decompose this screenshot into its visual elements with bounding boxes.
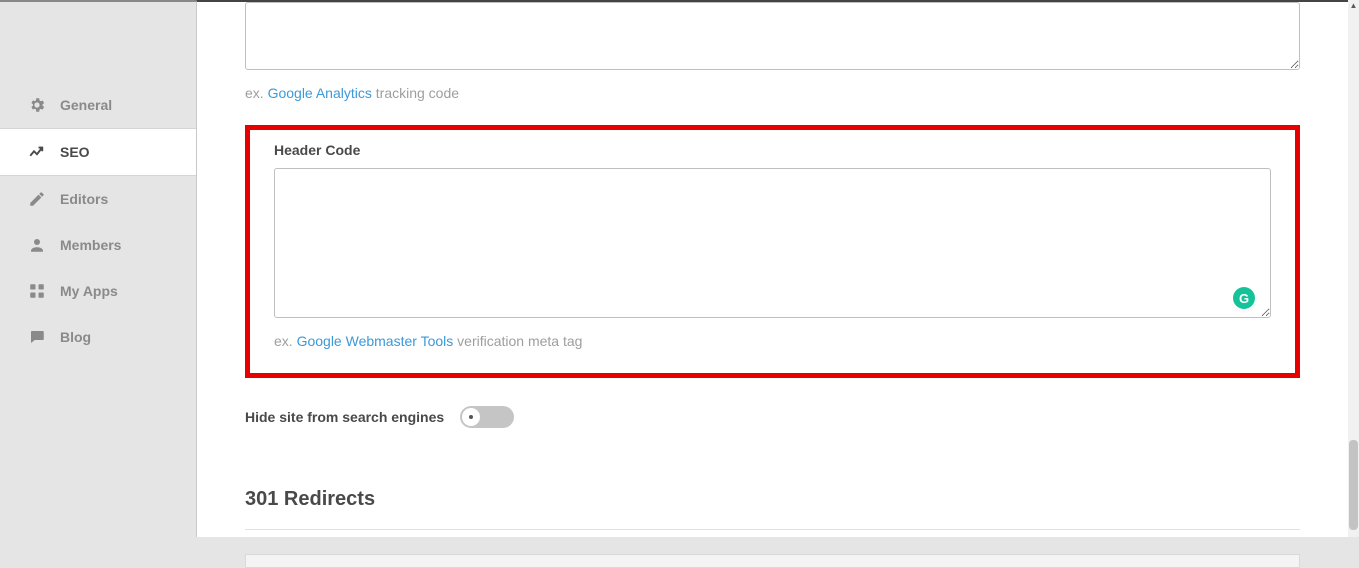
person-icon [28,236,46,254]
pencil-icon [28,190,46,208]
sidebar-item-myapps[interactable]: My Apps [0,268,196,314]
google-analytics-link[interactable]: Google Analytics [268,85,372,101]
google-webmaster-link[interactable]: Google Webmaster Tools [297,333,454,349]
scrollbar[interactable]: ▲ [1348,0,1359,537]
redirects-title: 301 Redirects [245,488,1300,511]
header-code-hint: ex. Google Webmaster Tools verification … [274,333,1271,349]
sidebar-item-label: SEO [60,144,90,160]
grammarly-icon[interactable]: G [1233,287,1255,309]
header-code-textarea[interactable] [274,168,1271,318]
apps-icon [28,282,46,300]
sidebar: General SEO Editors Members My Apps Blog [0,0,196,537]
sidebar-item-general[interactable]: General [0,82,196,128]
textarea-wrap: G [274,168,1271,323]
sidebar-item-label: Blog [60,329,91,345]
footer-code-textarea[interactable] [245,2,1300,70]
hint-suffix: verification meta tag [453,333,582,349]
sidebar-item-seo[interactable]: SEO [0,128,196,176]
sidebar-item-members[interactable]: Members [0,222,196,268]
trend-icon [28,143,46,161]
footer-code-hint: ex. Google Analytics tracking code [245,85,1300,101]
header-code-label: Header Code [274,142,1271,158]
header-code-highlight: Header Code G ex. Google Webmaster Tools… [245,125,1300,378]
toggle-knob [462,408,480,426]
redirect-box [245,554,1300,568]
hint-suffix: tracking code [372,85,459,101]
sidebar-item-label: General [60,97,112,113]
hint-prefix: ex. [245,85,268,101]
sidebar-item-editors[interactable]: Editors [0,176,196,222]
hide-row: Hide site from search engines [245,406,1300,428]
hint-prefix: ex. [274,333,297,349]
sidebar-item-blog[interactable]: Blog [0,314,196,360]
main-content: ex. Google Analytics tracking code Heade… [196,0,1348,537]
gear-icon [28,96,46,114]
sidebar-item-label: Editors [60,191,108,207]
scrollbar-arrow-up-icon[interactable]: ▲ [1348,0,1359,11]
hide-site-toggle[interactable] [460,406,514,428]
sidebar-item-label: My Apps [60,283,118,299]
section-divider [245,529,1300,530]
sidebar-item-label: Members [60,237,121,253]
hide-site-label: Hide site from search engines [245,409,444,425]
chat-icon [28,328,46,346]
scrollbar-thumb[interactable] [1349,440,1358,530]
